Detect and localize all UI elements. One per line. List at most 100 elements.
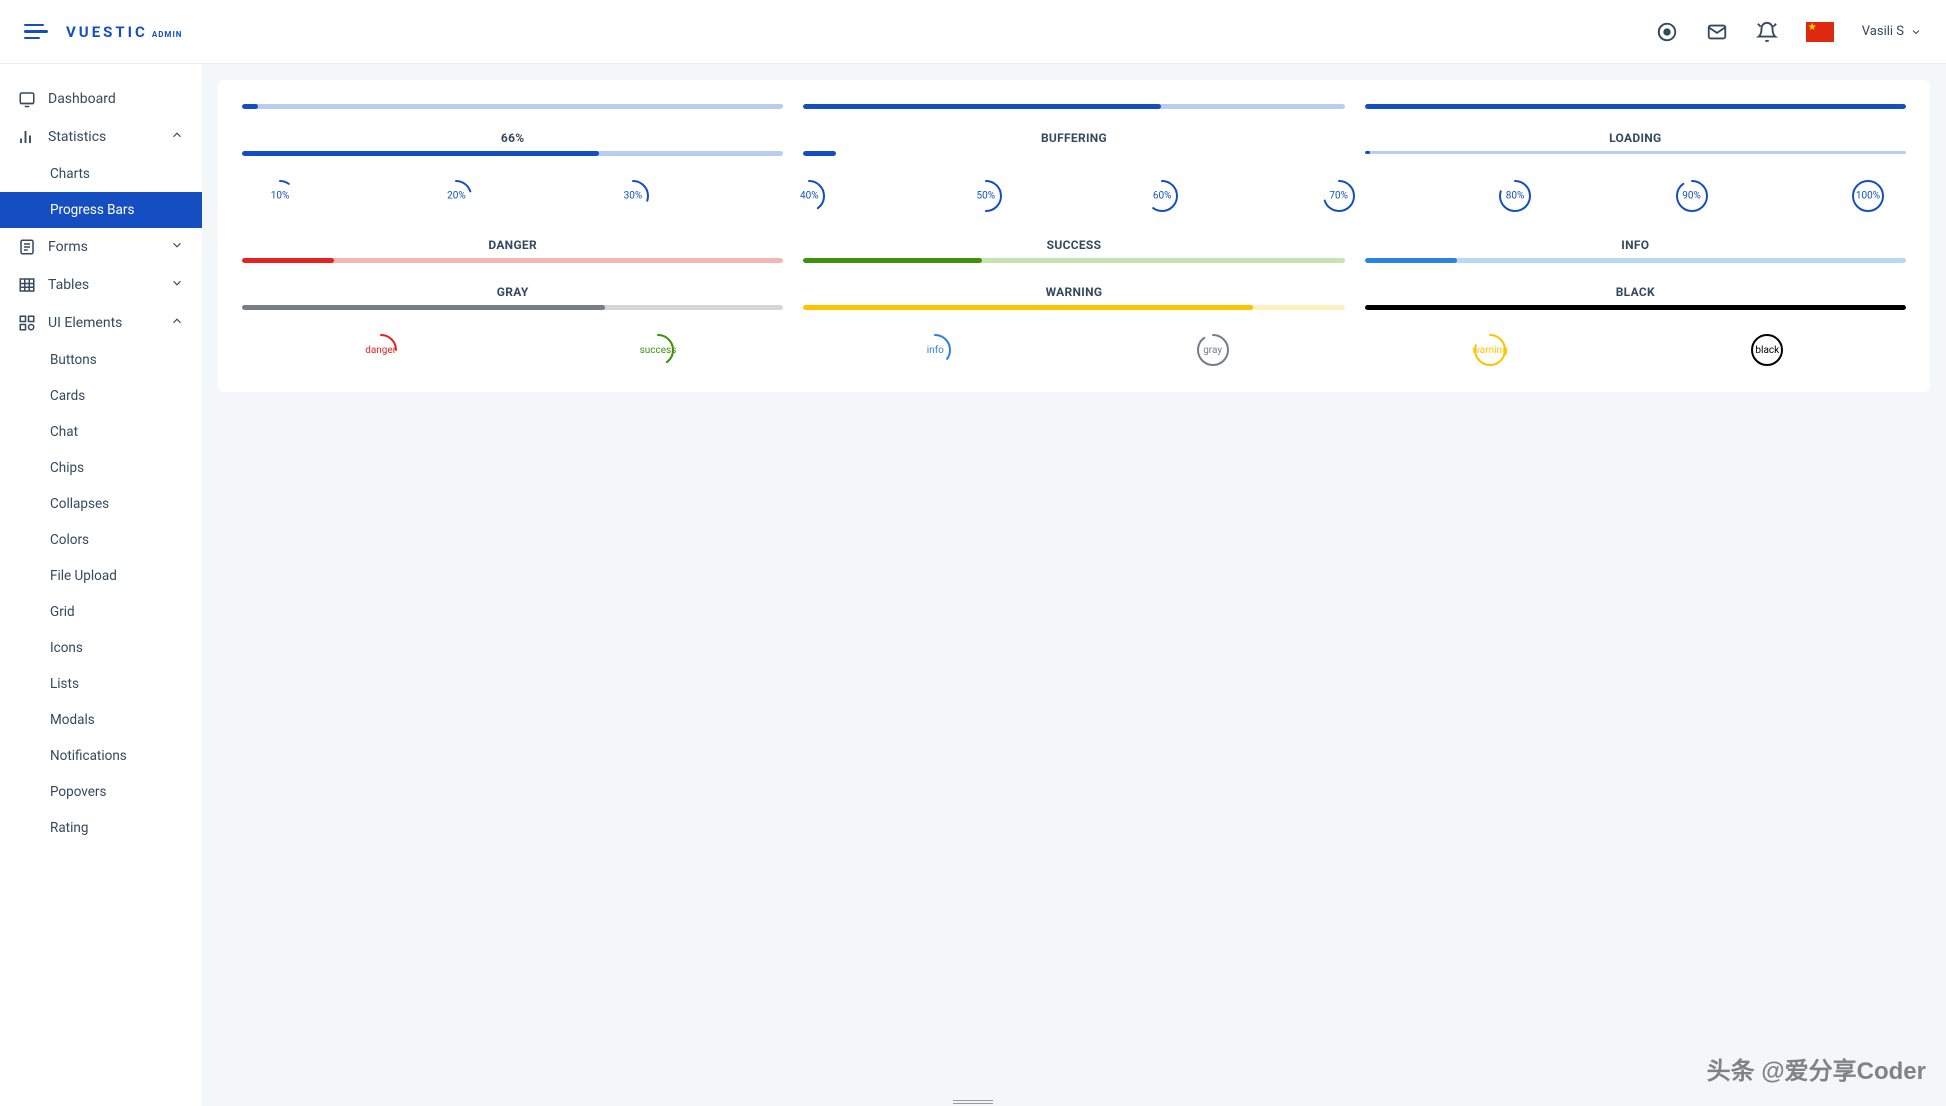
progress-circle: 60%	[1144, 178, 1180, 214]
sidebar-item-lists[interactable]: Lists	[0, 666, 202, 702]
tables-icon	[18, 276, 36, 294]
sidebar-item-label: Grid	[50, 604, 75, 620]
sidebar-item-label: File Upload	[50, 568, 117, 584]
progress-circle-label: 40%	[800, 191, 819, 202]
sidebar-item-modals[interactable]: Modals	[0, 702, 202, 738]
sidebar-item-progress-bars[interactable]: Progress Bars	[0, 192, 202, 228]
resize-handle[interactable]	[953, 1100, 993, 1104]
sidebar-item-tables[interactable]: Tables	[0, 266, 202, 304]
sidebar-item-label: Notifications	[50, 748, 127, 764]
sidebar-item-label: UI Elements	[48, 315, 122, 331]
progress-bar	[803, 151, 1344, 156]
sidebar-item-file-upload[interactable]: File Upload	[0, 558, 202, 594]
progress-bar	[1365, 305, 1906, 310]
progress-label: SUCCESS	[803, 238, 1344, 252]
dashboard-icon	[18, 90, 36, 108]
theme-icon[interactable]	[1656, 21, 1678, 43]
progress-circle-gray: gray	[1195, 332, 1231, 368]
progress-circle-success: success	[640, 332, 676, 368]
progress-circle-label: danger	[365, 345, 396, 356]
progress-bar	[1365, 104, 1906, 109]
mail-icon[interactable]	[1706, 21, 1728, 43]
chevron-down-icon	[170, 238, 184, 256]
progress-circle-label: info	[927, 345, 944, 356]
progress-label: INFO	[1365, 238, 1906, 252]
chevron-up-icon	[170, 314, 184, 332]
sidebar-item-chips[interactable]: Chips	[0, 450, 202, 486]
progress-bar	[803, 258, 1344, 263]
progress-circle: 10%	[262, 178, 298, 214]
progress-bar	[242, 151, 783, 156]
sidebar-item-collapses[interactable]: Collapses	[0, 486, 202, 522]
forms-icon	[18, 238, 36, 256]
progress-circle-label: success	[640, 345, 677, 356]
progress-label: BUFFERING	[803, 131, 1344, 145]
sidebar-item-label: Lists	[50, 676, 79, 692]
sidebar-item-forms[interactable]: Forms	[0, 228, 202, 266]
main-content: 66% BUFFERING LOADING 10% 20% 30% 40%	[202, 64, 1946, 1106]
menu-toggle-button[interactable]	[24, 20, 48, 44]
logo-text: VUESTIC	[66, 23, 148, 41]
sidebar-item-popovers[interactable]: Popovers	[0, 774, 202, 810]
progress-circle: 100%	[1850, 178, 1886, 214]
progress-circle-label: gray	[1203, 345, 1222, 356]
sidebar-item-label: Icons	[50, 640, 83, 656]
progress-card: 66% BUFFERING LOADING 10% 20% 30% 40%	[218, 80, 1930, 392]
progress-bar	[242, 258, 783, 263]
sidebar-item-label: Popovers	[50, 784, 106, 800]
sidebar-item-grid[interactable]: Grid	[0, 594, 202, 630]
sidebar-item-label: Cards	[50, 388, 85, 404]
progress-circle-label: 100%	[1856, 191, 1880, 202]
user-name: Vasili S	[1862, 24, 1904, 39]
sidebar-item-buttons[interactable]: Buttons	[0, 342, 202, 378]
sidebar-item-label: Rating	[50, 820, 88, 836]
progress-circle-label: 60%	[1153, 191, 1172, 202]
sidebar-item-statistics[interactable]: Statistics	[0, 118, 202, 156]
sidebar-item-chat[interactable]: Chat	[0, 414, 202, 450]
sidebar-item-dashboard[interactable]: Dashboard	[0, 80, 202, 118]
sidebar-item-label: Charts	[50, 166, 90, 182]
sidebar-item-label: Tables	[48, 277, 89, 293]
progress-circle: 40%	[791, 178, 827, 214]
user-menu[interactable]: Vasili S	[1862, 24, 1922, 39]
sidebar-item-rating[interactable]: Rating	[0, 810, 202, 846]
sidebar-item-label: Modals	[50, 712, 95, 728]
sidebar-item-label: Chat	[50, 424, 78, 440]
sidebar-item-charts[interactable]: Charts	[0, 156, 202, 192]
sidebar-item-cards[interactable]: Cards	[0, 378, 202, 414]
progress-circle-warning: warning	[1472, 332, 1508, 368]
stats-icon	[18, 128, 36, 146]
sidebar: Dashboard Statistics Charts Progress Bar…	[0, 64, 202, 1106]
progress-circle-label: 80%	[1506, 191, 1525, 202]
progress-circle: 50%	[968, 178, 1004, 214]
locale-flag[interactable]	[1806, 22, 1834, 42]
progress-label: WARNING	[803, 285, 1344, 299]
progress-bar	[1365, 151, 1906, 154]
progress-circle-label: 50%	[976, 191, 995, 202]
logo[interactable]: VUESTIC ADMIN	[66, 23, 182, 41]
bell-icon[interactable]	[1756, 21, 1778, 43]
progress-circle-info: info	[917, 332, 953, 368]
chevron-up-icon	[170, 128, 184, 146]
progress-circle-label: 20%	[447, 191, 466, 202]
sidebar-item-label: Colors	[50, 532, 89, 548]
progress-circle-label: 70%	[1329, 191, 1348, 202]
sidebar-item-icons[interactable]: Icons	[0, 630, 202, 666]
sidebar-item-label: Collapses	[50, 496, 109, 512]
progress-circle-label: 10%	[271, 191, 290, 202]
sidebar-item-label: Progress Bars	[50, 202, 134, 218]
sidebar-item-label: Chips	[50, 460, 84, 476]
progress-circle: 30%	[615, 178, 651, 214]
progress-circle-label: 30%	[624, 191, 643, 202]
sidebar-item-colors[interactable]: Colors	[0, 522, 202, 558]
sidebar-item-label: Forms	[48, 239, 88, 255]
progress-circle-label: 90%	[1682, 191, 1701, 202]
chevron-down-icon	[1910, 26, 1922, 38]
sidebar-item-notifications[interactable]: Notifications	[0, 738, 202, 774]
progress-bar	[1365, 258, 1906, 263]
progress-circle: 90%	[1674, 178, 1710, 214]
sidebar-item-label: Statistics	[48, 129, 106, 145]
progress-circle-danger: danger	[363, 332, 399, 368]
progress-label: LOADING	[1365, 131, 1906, 145]
sidebar-item-ui-elements[interactable]: UI Elements	[0, 304, 202, 342]
